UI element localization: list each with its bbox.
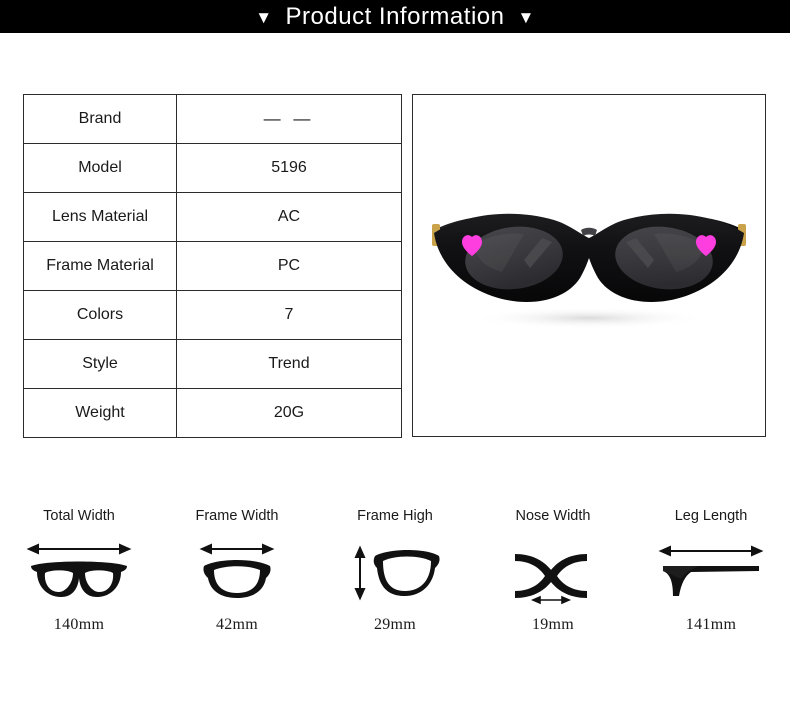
temple-arm-glyph: [658, 545, 764, 596]
full-glasses-icon: [23, 534, 135, 612]
spec-key-frame-material: Frame Material: [23, 241, 177, 291]
temple-arm-icon: [655, 534, 767, 612]
spec-value-style: Trend: [176, 339, 402, 389]
measurement-label: Frame High: [357, 508, 433, 524]
product-image-panel: [412, 94, 766, 437]
specification-table: Brand — — Model 5196 Lens Material AC Fr…: [23, 94, 402, 438]
table-row: Model 5196: [23, 143, 402, 193]
single-lens-glyph: [199, 543, 275, 598]
page-title-text: Product Information: [285, 2, 505, 30]
table-row: Brand — —: [23, 94, 402, 144]
measurement-label: Frame Width: [195, 508, 279, 524]
measurement-label: Nose Width: [515, 508, 591, 524]
table-row: Frame Material PC: [23, 241, 402, 291]
measurement-leg-length: Leg Length 141mm: [632, 505, 790, 665]
product-photo-sunglasses: [413, 95, 765, 436]
page-header: ▼ Product Information ▼: [0, 0, 790, 33]
single-lens-height-glyph: [354, 545, 440, 601]
table-row: Style Trend: [23, 339, 402, 389]
spec-key-weight: Weight: [23, 388, 177, 438]
spec-value-brand-text: — —: [263, 109, 315, 128]
single-lens-height-icon: [349, 534, 441, 612]
spec-value-colors: 7: [176, 290, 402, 340]
table-row: Lens Material AC: [23, 192, 402, 242]
measurement-value: 19mm: [531, 616, 575, 633]
horizontal-double-arrow-icon: [530, 595, 572, 605]
spec-key-style: Style: [23, 339, 177, 389]
measurement-value: 42mm: [215, 616, 259, 633]
vertical-double-arrow-icon: [354, 545, 366, 601]
spec-value-frame-material: PC: [176, 241, 402, 291]
measurement-value: 141mm: [685, 616, 737, 633]
measurement-total-width: Total Width 140mm: [0, 505, 158, 665]
measurements-strip: Total Width 140mm Frame Width 42mm Frame…: [0, 505, 790, 665]
spec-value-lens-material: AC: [176, 192, 402, 242]
measurement-frame-width: Frame Width 42mm: [158, 505, 316, 665]
measurement-frame-high: Frame High 29mm: [316, 505, 474, 665]
measurement-value: 29mm: [373, 616, 417, 633]
single-lens-width-icon: [192, 534, 282, 612]
table-row: Weight 20G: [23, 388, 402, 438]
measurement-nose-width: Nose Width 19mm: [474, 505, 632, 665]
horizontal-double-arrow-icon: [658, 545, 764, 557]
caret-down-left-icon: ▼: [255, 8, 273, 27]
table-row: Colors 7: [23, 290, 402, 340]
spec-key-lens-material: Lens Material: [23, 192, 177, 242]
spec-key-colors: Colors: [23, 290, 177, 340]
horizontal-double-arrow-icon: [26, 543, 132, 555]
page-title: ▼ Product Information ▼: [255, 2, 535, 30]
nose-bridge-glyph: [515, 554, 587, 605]
spec-value-weight: 20G: [176, 388, 402, 438]
spec-value-model: 5196: [176, 143, 402, 193]
caret-down-right-icon: ▼: [517, 8, 535, 27]
measurement-value: 140mm: [53, 616, 105, 633]
full-glasses-glyph: [26, 543, 132, 597]
spec-value-brand: — —: [176, 94, 402, 144]
horizontal-double-arrow-icon: [199, 543, 275, 555]
sunglasses-illustration: [432, 213, 746, 329]
measurement-label: Leg Length: [674, 508, 748, 524]
spec-key-brand: Brand: [23, 94, 177, 144]
measurement-label: Total Width: [43, 508, 115, 524]
nose-bridge-icon: [507, 534, 599, 612]
spec-key-model: Model: [23, 143, 177, 193]
